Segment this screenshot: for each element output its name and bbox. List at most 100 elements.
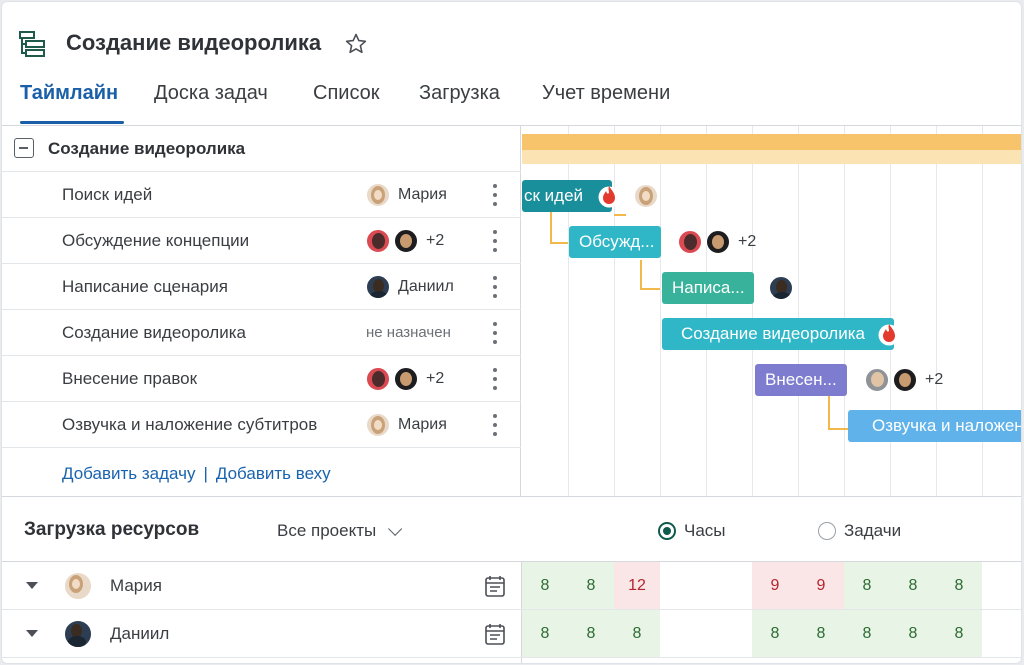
task-name[interactable]: Поиск идей xyxy=(62,185,152,205)
hours-cell[interactable]: 8 xyxy=(936,562,982,609)
calendar-icon[interactable] xyxy=(484,574,506,598)
mode-hours-label: Часы xyxy=(684,521,726,540)
avatar xyxy=(678,230,702,254)
gantt-timeline: ск идей Обсужд... +2 Написа... Создание … xyxy=(522,126,1021,496)
group-title: Создание видеоролика xyxy=(48,139,246,158)
gantt-bar-script-writing[interactable]: Написа... xyxy=(662,272,754,304)
avatar xyxy=(64,572,92,600)
star-icon[interactable] xyxy=(344,32,368,56)
avatar xyxy=(394,229,418,253)
task-name[interactable]: Написание сценария xyxy=(62,277,228,297)
bar-assignees: +2 xyxy=(678,230,756,254)
collapse-group-button[interactable] xyxy=(14,138,34,158)
resource-name: Мария xyxy=(110,576,162,595)
resource-name: Даниил xyxy=(110,624,170,643)
hours-cell[interactable]: 8 xyxy=(844,562,890,609)
hours-cell[interactable]: 8 xyxy=(522,610,568,657)
more-assignees-count: +2 xyxy=(426,232,445,249)
hours-cell[interactable]: 8 xyxy=(522,562,568,609)
task-row[interactable]: Поиск идей Мария xyxy=(2,172,521,218)
task-row[interactable]: Написание сценария Даниил xyxy=(2,264,521,310)
task-assignee[interactable]: Даниил xyxy=(366,275,454,299)
bar-assignees xyxy=(769,276,793,300)
calendar-icon[interactable] xyxy=(484,622,506,646)
more-assignees-count: +2 xyxy=(738,233,757,250)
mode-tasks-radio[interactable]: Задачи xyxy=(818,521,901,541)
hours-cell[interactable]: 9 xyxy=(798,562,844,609)
tab-workload[interactable]: Загрузка xyxy=(419,82,500,105)
fire-icon xyxy=(598,186,620,208)
hours-cell[interactable]: 8 xyxy=(568,562,614,609)
avatar xyxy=(634,184,658,208)
group-row[interactable]: Создание видеоролика xyxy=(2,126,521,172)
assignee-name: Даниил xyxy=(398,278,454,295)
tab-list[interactable]: Список xyxy=(313,82,380,105)
project-header: Создание видеоролика Таймлайн Доска зада… xyxy=(2,2,1021,126)
gantt-bar-revisions[interactable]: Внесен... xyxy=(755,364,847,396)
task-name[interactable]: Создание видеоролика xyxy=(62,323,246,343)
task-name[interactable]: Обсуждение концепции xyxy=(62,231,249,251)
task-name[interactable]: Внесение правок xyxy=(62,369,197,389)
project-title: Создание видеоролика xyxy=(66,30,322,55)
task-menu-icon[interactable] xyxy=(488,274,502,300)
avatar xyxy=(366,413,390,437)
mode-tasks-label: Задачи xyxy=(844,521,902,540)
hours-cell[interactable]: 8 xyxy=(844,610,890,657)
avatar xyxy=(893,368,917,392)
hours-cell[interactable]: 8 xyxy=(568,610,614,657)
hours-cell[interactable]: 8 xyxy=(890,610,936,657)
radio-unselected-icon xyxy=(818,522,836,540)
gantt-project-icon xyxy=(19,31,45,57)
project-filter-dropdown[interactable]: Все проекты xyxy=(277,521,403,541)
hours-cell[interactable]: 8 xyxy=(752,610,798,657)
assignee-name: Мария xyxy=(398,416,447,433)
hours-cell[interactable]: 8 xyxy=(936,610,982,657)
task-menu-icon[interactable] xyxy=(488,412,502,438)
task-assignee[interactable]: Мария xyxy=(366,183,447,207)
add-milestone-link[interactable]: Добавить веху xyxy=(216,464,331,483)
task-row[interactable]: Озвучка и наложение субтитров Мария xyxy=(2,402,521,448)
hours-cell[interactable]: 12 xyxy=(614,562,660,609)
avatar xyxy=(366,367,390,391)
link-separator: | xyxy=(203,464,208,483)
group-summary-bar[interactable] xyxy=(522,134,1021,150)
mode-hours-radio[interactable]: Часы xyxy=(658,521,726,541)
task-grid: Создание видеоролика Поиск идей Мария Об… xyxy=(2,126,521,496)
tab-timeline[interactable]: Таймлайн xyxy=(20,82,118,105)
group-summary-bar-shadow xyxy=(522,150,1021,164)
expand-row-icon[interactable] xyxy=(26,630,38,637)
task-row[interactable]: Создание видеоролика не назначен xyxy=(2,310,521,356)
more-assignees-count: +2 xyxy=(925,371,944,388)
project-filter-value: Все проекты xyxy=(277,521,377,540)
task-assignees[interactable]: +2 xyxy=(366,229,444,253)
gantt-bar-concept-discussion[interactable]: Обсужд... xyxy=(569,226,661,258)
gantt-bar-voiceover-subtitles[interactable]: Озвучка и наложение субтитров xyxy=(848,410,1021,442)
chevron-down-icon xyxy=(388,521,403,536)
task-menu-icon[interactable] xyxy=(488,320,502,346)
task-menu-icon[interactable] xyxy=(488,366,502,392)
unassigned-label[interactable]: не назначен xyxy=(366,324,451,341)
task-assignee[interactable]: Мария xyxy=(366,413,447,437)
hours-cell[interactable]: 9 xyxy=(752,562,798,609)
task-menu-icon[interactable] xyxy=(488,182,502,208)
tab-task-board[interactable]: Доска задач xyxy=(154,82,268,105)
add-links: Добавить задачу | Добавить веху xyxy=(62,464,331,484)
tab-time-tracking[interactable]: Учет времени xyxy=(542,82,670,105)
avatar xyxy=(366,275,390,299)
hours-cell[interactable]: 8 xyxy=(890,562,936,609)
task-row[interactable]: Обсуждение концепции +2 xyxy=(2,218,521,264)
bar-assignees xyxy=(634,184,658,208)
bar-assignees: +2 xyxy=(865,368,943,392)
resource-load-header: Загрузка ресурсов Все проекты Часы Задач… xyxy=(2,496,1021,562)
add-task-link[interactable]: Добавить задачу xyxy=(62,464,195,483)
expand-row-icon[interactable] xyxy=(26,582,38,589)
fire-icon xyxy=(878,324,900,346)
task-name[interactable]: Озвучка и наложение субтитров xyxy=(62,415,317,435)
hours-cell[interactable]: 8 xyxy=(614,610,660,657)
gantt-bar-video-creation[interactable]: Создание видеоролика xyxy=(662,318,894,350)
task-assignees[interactable]: +2 xyxy=(366,367,444,391)
task-menu-icon[interactable] xyxy=(488,228,502,254)
avatar xyxy=(706,230,730,254)
hours-cell[interactable]: 8 xyxy=(798,610,844,657)
task-row[interactable]: Внесение правок +2 xyxy=(2,356,521,402)
